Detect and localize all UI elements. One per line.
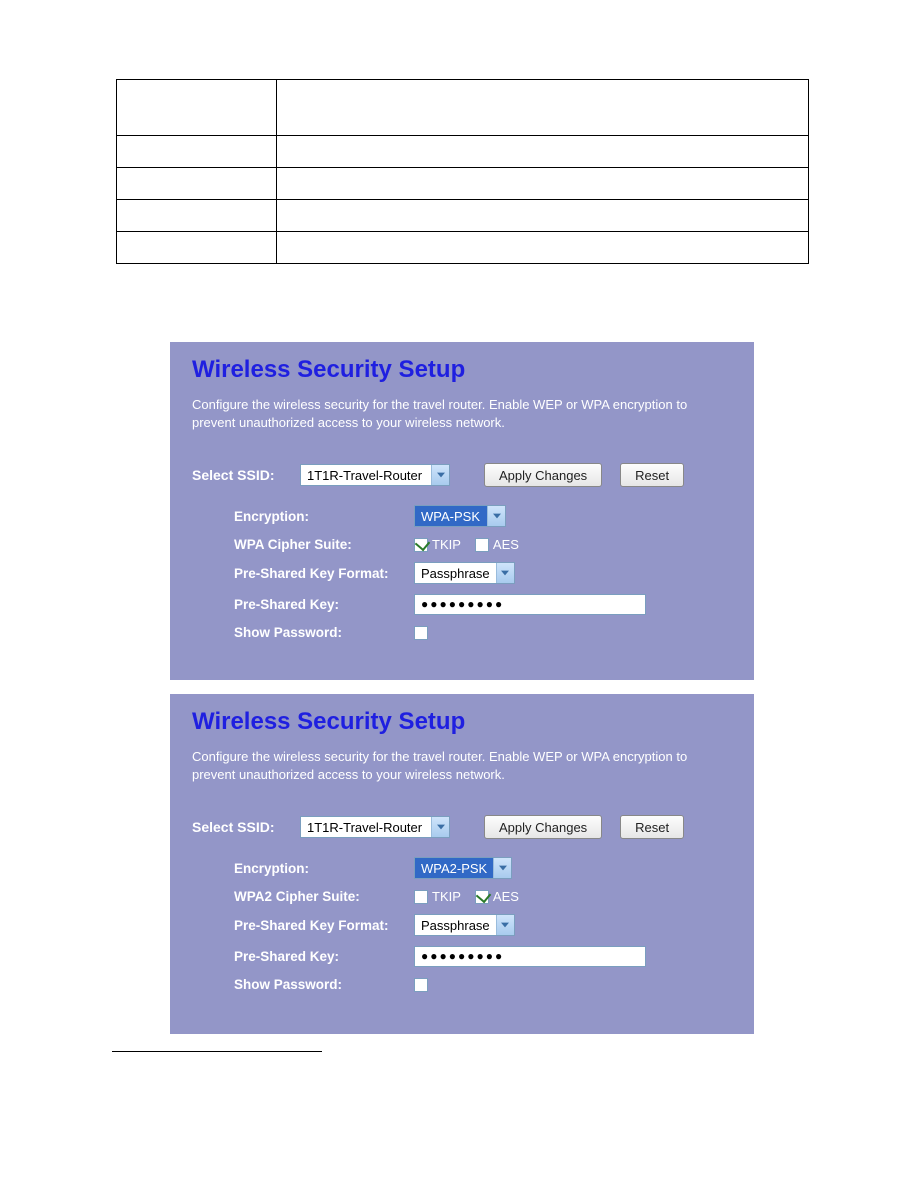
table-cell (277, 232, 809, 264)
ssid-select[interactable]: 1T1R-Travel-Router (300, 464, 450, 486)
reset-button[interactable]: Reset (620, 815, 684, 839)
page-title: Wireless Security Setup (192, 356, 732, 384)
select-ssid-label: Select SSID: (192, 819, 300, 835)
encryption-value: WPA2-PSK (415, 858, 493, 878)
divider (112, 1051, 322, 1052)
aes-label: AES (493, 537, 519, 552)
psk-input[interactable]: ●●●●●●●●● (414, 946, 646, 967)
ssid-value: 1T1R-Travel-Router (301, 465, 431, 485)
cipher-label: WPA Cipher Suite: (234, 537, 414, 552)
tkip-checkbox[interactable] (414, 890, 428, 904)
apply-changes-button[interactable]: Apply Changes (484, 463, 602, 487)
psk-format-label: Pre-Shared Key Format: (234, 566, 414, 581)
manual-page: Wireless Security Setup Configure the wi… (0, 0, 918, 1188)
table-cell (277, 168, 809, 200)
psk-format-value: Passphrase (415, 563, 496, 583)
apply-changes-button[interactable]: Apply Changes (484, 815, 602, 839)
page-description: Configure the wireless security for the … (192, 748, 732, 783)
encryption-value: WPA-PSK (415, 506, 487, 526)
psk-format-select[interactable]: Passphrase (414, 562, 515, 584)
tkip-label: TKIP (432, 537, 461, 552)
aes-checkbox[interactable] (475, 890, 489, 904)
table-cell (277, 80, 809, 136)
chevron-down-icon (496, 915, 514, 935)
table-cell (117, 136, 277, 168)
show-password-label: Show Password: (234, 625, 414, 640)
psk-input[interactable]: ●●●●●●●●● (414, 594, 646, 615)
tkip-checkbox[interactable] (414, 538, 428, 552)
security-panel-wpa: Wireless Security Setup Configure the wi… (170, 342, 754, 680)
show-password-checkbox[interactable] (414, 626, 428, 640)
ssid-select[interactable]: 1T1R-Travel-Router (300, 816, 450, 838)
chevron-down-icon (487, 506, 505, 526)
chevron-down-icon (431, 465, 449, 485)
table-cell (277, 136, 809, 168)
encryption-label: Encryption: (234, 509, 414, 524)
psk-label: Pre-Shared Key: (234, 597, 414, 612)
table-cell (117, 232, 277, 264)
table-cell (117, 168, 277, 200)
show-password-label: Show Password: (234, 977, 414, 992)
reset-button[interactable]: Reset (620, 463, 684, 487)
psk-format-label: Pre-Shared Key Format: (234, 918, 414, 933)
security-panel-wpa2: Wireless Security Setup Configure the wi… (170, 694, 754, 1034)
encryption-select[interactable]: WPA2-PSK (414, 857, 512, 879)
encryption-label: Encryption: (234, 861, 414, 876)
cipher-label: WPA2 Cipher Suite: (234, 889, 414, 904)
chevron-down-icon (493, 858, 511, 878)
aes-label: AES (493, 889, 519, 904)
aes-checkbox[interactable] (475, 538, 489, 552)
table-cell (277, 200, 809, 232)
page-description: Configure the wireless security for the … (192, 396, 732, 431)
page-title: Wireless Security Setup (192, 708, 732, 736)
psk-format-value: Passphrase (415, 915, 496, 935)
chevron-down-icon (496, 563, 514, 583)
tkip-label: TKIP (432, 889, 461, 904)
show-password-checkbox[interactable] (414, 978, 428, 992)
chevron-down-icon (431, 817, 449, 837)
psk-format-select[interactable]: Passphrase (414, 914, 515, 936)
select-ssid-label: Select SSID: (192, 467, 300, 483)
parameter-table (116, 79, 809, 264)
table-cell (117, 80, 277, 136)
table-cell (117, 200, 277, 232)
ssid-value: 1T1R-Travel-Router (301, 817, 431, 837)
psk-label: Pre-Shared Key: (234, 949, 414, 964)
encryption-select[interactable]: WPA-PSK (414, 505, 506, 527)
